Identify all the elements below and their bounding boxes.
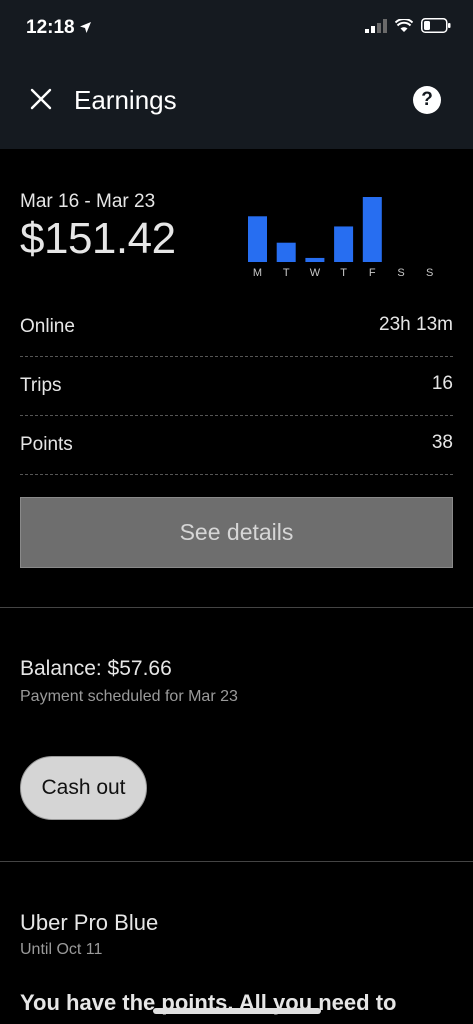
- section-divider: [0, 861, 473, 862]
- chart-tick-label: S: [397, 267, 404, 279]
- see-details-button[interactable]: See details: [20, 497, 453, 568]
- location-arrow-icon: [79, 21, 92, 39]
- chart-bar: [334, 226, 354, 262]
- section-divider: [0, 607, 473, 608]
- stat-label: Trips: [20, 375, 62, 396]
- stat-label: Online: [20, 316, 75, 337]
- stat-value: 23h 13m: [379, 314, 453, 335]
- date-range: Mar 16 - Mar 23: [20, 191, 156, 212]
- chart-tick-label: T: [340, 267, 347, 279]
- chart-tick-label: T: [283, 267, 290, 279]
- stat-row-trips: Trips 16: [20, 357, 453, 416]
- chart-bar: [276, 242, 296, 262]
- help-button[interactable]: ?: [413, 86, 441, 114]
- cash-out-button[interactable]: Cash out: [20, 756, 147, 820]
- weekly-earnings-chart: MTWTFSS: [246, 190, 446, 280]
- home-indicator[interactable]: [153, 1008, 321, 1014]
- help-icon: ?: [421, 89, 433, 110]
- chart-svg: MTWTFSS: [248, 197, 433, 279]
- header: Earnings ?: [0, 56, 473, 149]
- chart-tick-label: M: [253, 267, 262, 279]
- battery-icon: [421, 18, 451, 38]
- stat-row-online: Online 23h 13m: [20, 298, 453, 357]
- status-time: 12:18: [26, 17, 75, 38]
- stat-row-points: Points 38: [20, 416, 453, 475]
- close-icon: [30, 88, 52, 115]
- chart-tick-label: F: [369, 267, 376, 279]
- payment-schedule-note: Payment scheduled for Mar 23: [20, 688, 238, 705]
- stat-value: 38: [431, 432, 453, 453]
- stat-value: 16: [431, 373, 453, 394]
- status-bar: 12:18: [0, 0, 473, 56]
- chart-bar: [362, 197, 382, 262]
- chart-bar: [305, 257, 325, 262]
- balance-amount: Balance: $57.66: [20, 657, 172, 680]
- chart-bar: [248, 216, 267, 262]
- chart-tick-label: W: [310, 267, 321, 279]
- page-title: Earnings: [74, 85, 177, 115]
- close-button[interactable]: [26, 86, 56, 116]
- chart-tick-label: S: [426, 267, 433, 279]
- uber-pro-expiry: Until Oct 11: [20, 941, 103, 958]
- earnings-total: $151.42: [20, 214, 176, 263]
- cellular-signal-icon: [365, 18, 387, 38]
- stat-label: Points: [20, 434, 73, 455]
- wifi-icon: [394, 17, 414, 38]
- uber-pro-tier: Uber Pro Blue: [20, 910, 159, 935]
